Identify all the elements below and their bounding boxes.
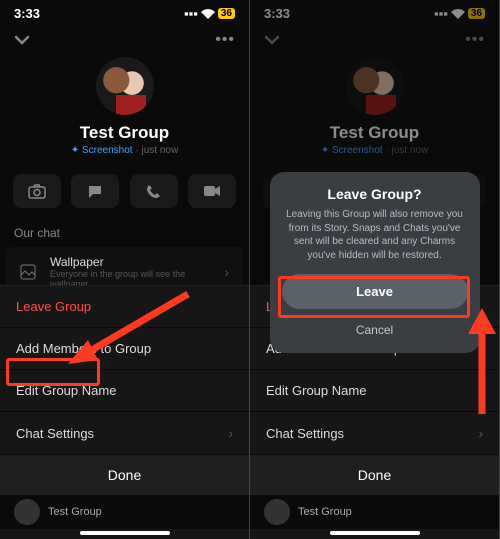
page-header: •••	[250, 27, 499, 53]
group-avatar	[346, 57, 404, 115]
edit-name-item[interactable]: Edit Group Name	[0, 370, 249, 412]
status-time: 3:33	[264, 6, 290, 21]
add-members-item[interactable]: Add Members to Group	[0, 328, 249, 370]
group-subtitle: ✦ Screenshot · just now	[0, 145, 249, 156]
chat-settings-item[interactable]: Chat Settings ›	[250, 412, 499, 455]
status-icons: ▪▪▪ 36	[434, 6, 485, 21]
strip-avatar	[14, 499, 40, 525]
group-avatar-wrap	[0, 57, 249, 115]
our-chat-label: Our chat	[0, 218, 249, 246]
status-bar: 3:33 ▪▪▪ 36	[250, 0, 499, 27]
bottom-strip: Test Group	[250, 495, 499, 529]
chat-settings-item[interactable]: Chat Settings ›	[0, 412, 249, 455]
battery-icon: 36	[468, 8, 485, 19]
camera-button[interactable]	[13, 174, 61, 208]
group-title: Test Group	[250, 123, 499, 143]
wallpaper-text: Wallpaper Everyone in the group will see…	[50, 255, 224, 289]
strip-avatar	[264, 499, 290, 525]
wifi-icon	[201, 9, 215, 19]
chevron-right-icon: ›	[224, 264, 229, 280]
done-button[interactable]: Done	[250, 455, 499, 495]
screenshot-icon: ✦	[321, 145, 329, 156]
more-icon[interactable]: •••	[465, 31, 485, 49]
back-chevron-icon[interactable]	[14, 35, 30, 45]
status-icons: ▪▪▪ 36	[184, 6, 235, 21]
screen-right: 3:33 ▪▪▪ 36 ••• Test Group ✦ Screenshot …	[250, 0, 500, 539]
modal-cancel-button[interactable]: Cancel	[282, 317, 468, 343]
group-title: Test Group	[0, 123, 249, 143]
done-button[interactable]: Done	[0, 455, 249, 495]
modal-title: Leave Group?	[282, 186, 468, 202]
screen-left: 3:33 ▪▪▪ 36 ••• Test Group ✦ Screenshot …	[0, 0, 250, 539]
call-button[interactable]	[130, 174, 178, 208]
page-header: •••	[0, 27, 249, 53]
leave-group-item[interactable]: Leave Group	[0, 286, 249, 328]
chevron-right-icon: ›	[228, 425, 233, 441]
signal-icon: ▪▪▪	[184, 6, 198, 21]
battery-icon: 36	[218, 8, 235, 19]
wifi-icon	[451, 9, 465, 19]
status-time: 3:33	[14, 6, 40, 21]
home-indicator[interactable]	[80, 531, 170, 535]
back-chevron-icon[interactable]	[264, 35, 280, 45]
bottom-strip: Test Group	[0, 495, 249, 529]
group-subtitle: ✦ Screenshot · just now	[250, 145, 499, 156]
chevron-right-icon: ›	[478, 425, 483, 441]
wallpaper-icon	[20, 264, 40, 280]
modal-leave-button[interactable]: Leave	[282, 274, 468, 309]
action-row	[0, 164, 249, 218]
action-sheet: Leave Group Add Members to Group Edit Gr…	[0, 285, 249, 539]
leave-group-modal: Leave Group? Leaving this Group will als…	[270, 172, 480, 353]
more-icon[interactable]: •••	[215, 31, 235, 49]
status-bar: 3:33 ▪▪▪ 36	[0, 0, 249, 27]
group-avatar[interactable]	[96, 57, 154, 115]
home-indicator[interactable]	[330, 531, 420, 535]
edit-name-item[interactable]: Edit Group Name	[250, 370, 499, 412]
chat-button[interactable]	[71, 174, 119, 208]
modal-body: Leaving this Group will also remove you …	[282, 208, 468, 262]
video-button[interactable]	[188, 174, 236, 208]
signal-icon: ▪▪▪	[434, 6, 448, 21]
screenshot-icon: ✦	[71, 145, 79, 156]
